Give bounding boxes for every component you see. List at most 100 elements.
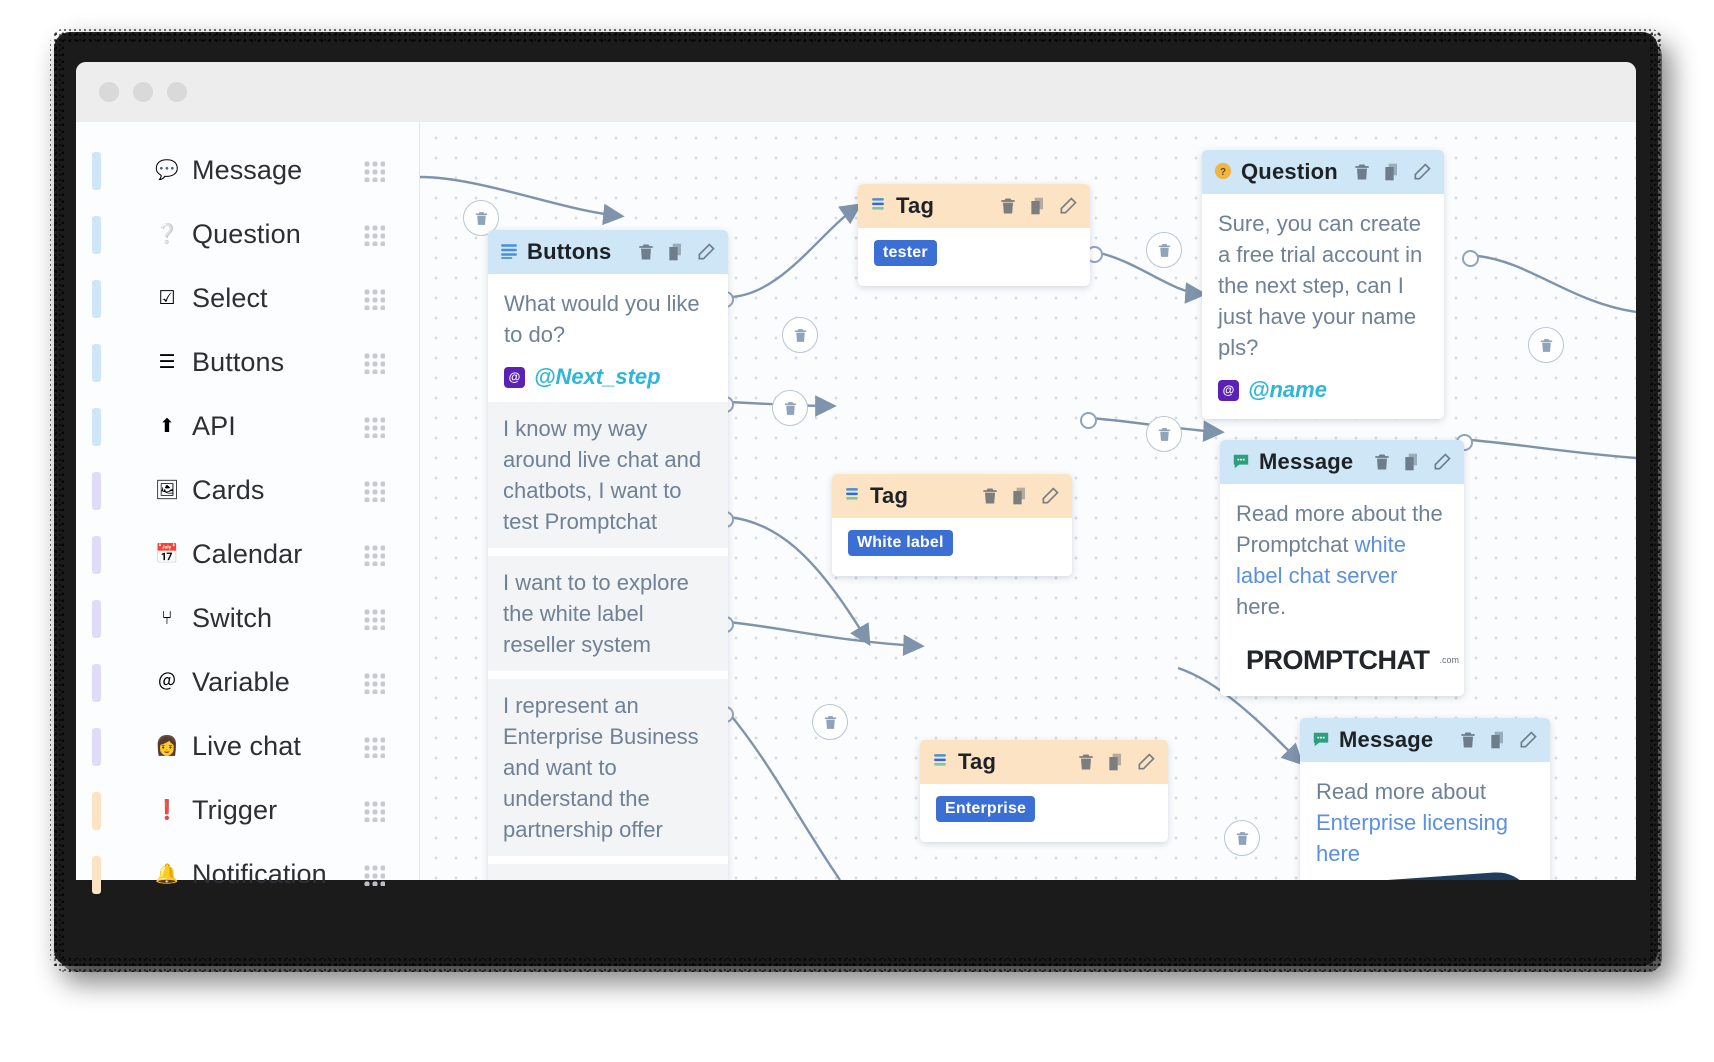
node-tag-enterprise[interactable]: Tag Enterprise <box>920 740 1168 842</box>
agent-person-icon: 👩 <box>155 735 179 757</box>
duplicate-icon[interactable] <box>1382 162 1402 182</box>
at-sign-icon: @ <box>1218 379 1239 401</box>
sidebar-item-select[interactable]: ☑ Select <box>76 266 419 330</box>
button-option[interactable]: I want to to explore the white label res… <box>488 556 728 671</box>
message-text-after: here. <box>1236 594 1287 619</box>
drag-handle-icon[interactable] <box>363 864 385 886</box>
edit-icon[interactable] <box>1412 162 1432 182</box>
duplicate-icon[interactable] <box>666 242 686 262</box>
delete-icon[interactable] <box>998 196 1018 216</box>
message-bubble-icon <box>1232 452 1250 473</box>
delete-icon[interactable] <box>980 486 1000 506</box>
drag-handle-icon[interactable] <box>363 160 385 182</box>
edit-icon[interactable] <box>1040 486 1060 506</box>
node-message-enterprise[interactable]: Message Read more about Enterprise licen… <box>1300 718 1550 880</box>
screenshot-root: 💬 Message ❔ Question ☑ Select ☰ Buttons ⬆ API 🖼 Car… <box>0 0 1714 1062</box>
edge-delete-badge[interactable] <box>1146 416 1182 452</box>
sidebar-item-api[interactable]: ⬆ API <box>76 394 419 458</box>
node-toolbar[interactable] <box>980 486 1060 506</box>
sidebar-item-question[interactable]: ❔ Question <box>76 202 419 266</box>
sidebar-item-calendar[interactable]: 📅 Calendar <box>76 522 419 586</box>
edit-icon[interactable] <box>1518 730 1538 750</box>
drag-handle-icon[interactable] <box>363 608 385 630</box>
duplicate-icon[interactable] <box>1402 452 1422 472</box>
sidebar-item-notification[interactable]: 🔔 Notification <box>76 842 419 906</box>
drag-handle-icon[interactable] <box>363 672 385 694</box>
promptchat-logo: PROMPTCHAT .com <box>1236 640 1459 680</box>
node-output-port[interactable] <box>1080 412 1097 429</box>
node-message-whitelabel[interactable]: Message Read more about the Promptchat w… <box>1220 440 1464 696</box>
duplicate-icon[interactable] <box>1106 752 1126 772</box>
edit-icon[interactable] <box>1058 196 1078 216</box>
node-tag-tester[interactable]: Tag tester <box>858 184 1090 286</box>
edge-delete-badge[interactable] <box>1224 820 1260 856</box>
edit-icon[interactable] <box>1136 752 1156 772</box>
edge-delete-badge[interactable] <box>812 704 848 740</box>
sidebar-item-cards[interactable]: 🖼 Cards <box>76 458 419 522</box>
node-toolbar[interactable] <box>1372 452 1452 472</box>
button-option[interactable]: I want to chat with someone <box>488 864 728 880</box>
node-buttons[interactable]: Buttons What would you like to do? @ @Ne… <box>488 230 728 880</box>
edit-icon[interactable] <box>1432 452 1452 472</box>
delete-icon[interactable] <box>1458 730 1478 750</box>
drag-handle-icon[interactable] <box>363 224 385 246</box>
sidebar-item-message[interactable]: 💬 Message <box>76 138 419 202</box>
edge-delete-badge[interactable] <box>782 317 818 353</box>
node-toolbar[interactable] <box>636 242 716 262</box>
drag-handle-icon[interactable] <box>363 480 385 502</box>
node-toolbar[interactable] <box>1076 752 1156 772</box>
sidebar-item-switch[interactable]: ⑂ Switch <box>76 586 419 650</box>
node-toolbar[interactable] <box>1352 162 1432 182</box>
message-text: Read more about the Promptchat white lab… <box>1236 498 1448 622</box>
button-option[interactable]: I represent an Enterprise Business and w… <box>488 679 728 856</box>
node-title: Message <box>1339 727 1434 752</box>
sidebar-item-buttons[interactable]: ☰ Buttons <box>76 330 419 394</box>
delete-icon[interactable] <box>636 242 656 262</box>
flow-canvas[interactable]: Buttons What would you like to do? @ @Ne… <box>420 122 1636 880</box>
edit-icon[interactable] <box>696 242 716 262</box>
drag-handle-icon[interactable] <box>363 800 385 822</box>
sidebar-item-label: Switch <box>192 602 273 633</box>
button-option[interactable]: I know my way around live chat and chatb… <box>488 402 728 548</box>
node-output-port[interactable] <box>1462 250 1479 267</box>
node-content: Sure, you can create a free trial accoun… <box>1202 194 1444 419</box>
node-question-name[interactable]: ? Question Sure, you can create a free t… <box>1202 150 1444 419</box>
node-header[interactable]: Tag <box>832 474 1072 518</box>
node-header[interactable]: Message <box>1300 718 1550 762</box>
sidebar-item-variable[interactable]: ＠ Variable <box>76 650 419 714</box>
duplicate-icon[interactable] <box>1010 486 1030 506</box>
drag-handle-icon[interactable] <box>363 352 385 374</box>
duplicate-icon[interactable] <box>1028 196 1048 216</box>
drag-handle-icon[interactable] <box>363 736 385 758</box>
node-header[interactable]: Message <box>1220 440 1464 484</box>
drag-handle-icon[interactable] <box>363 544 385 566</box>
close-button[interactable] <box>99 82 119 102</box>
message-text: Read more about Enterprise licensing her… <box>1316 776 1534 869</box>
edge-delete-badge[interactable] <box>1528 327 1564 363</box>
maximize-button[interactable] <box>167 82 187 102</box>
message-link[interactable]: Enterprise licensing here <box>1316 810 1508 866</box>
at-sign-icon: @ <box>504 366 525 388</box>
node-header[interactable]: Tag <box>858 184 1090 228</box>
edge-delete-badge[interactable] <box>1146 232 1182 268</box>
sidebar-item-live-chat[interactable]: 👩 Live chat <box>76 714 419 778</box>
svg-text:?: ? <box>1220 167 1226 178</box>
delete-icon[interactable] <box>1372 452 1392 472</box>
node-toolbar[interactable] <box>1458 730 1538 750</box>
node-header[interactable]: Tag <box>920 740 1168 784</box>
minimize-button[interactable] <box>133 82 153 102</box>
delete-icon[interactable] <box>1352 162 1372 182</box>
delete-icon[interactable] <box>1076 752 1096 772</box>
duplicate-icon[interactable] <box>1488 730 1508 750</box>
node-tag-whitelabel[interactable]: Tag White label <box>832 474 1072 576</box>
sidebar-item-trigger[interactable]: ❗ Trigger <box>76 778 419 842</box>
drag-handle-icon[interactable] <box>363 288 385 310</box>
sidebar-item-accent <box>92 280 101 318</box>
node-header[interactable]: ? Question <box>1202 150 1444 194</box>
upload-arrow-icon: ⬆ <box>159 415 175 437</box>
edge-delete-badge[interactable] <box>772 390 808 426</box>
drag-handle-icon[interactable] <box>363 416 385 438</box>
node-toolbar[interactable] <box>998 196 1078 216</box>
node-header[interactable]: Buttons <box>488 230 728 274</box>
variable-name: @Next_step <box>534 364 661 389</box>
